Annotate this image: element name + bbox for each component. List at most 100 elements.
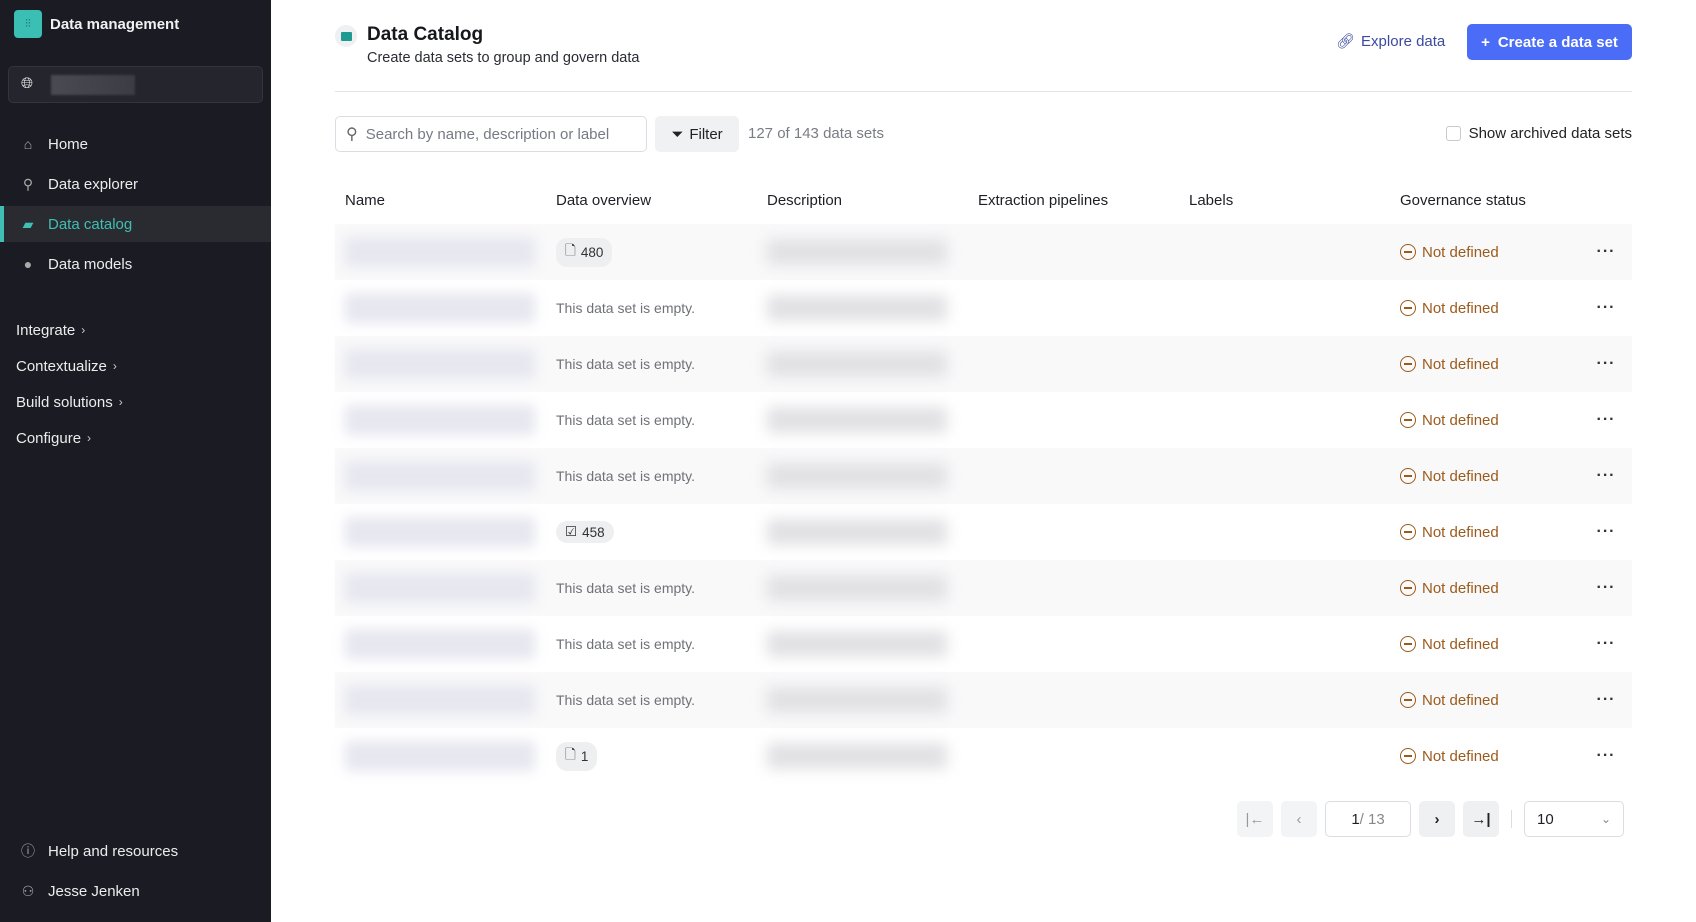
column-header[interactable]: Governance status: [1390, 192, 1580, 209]
app-title: Data management: [50, 15, 180, 33]
app-brand[interactable]: ⫶⫶ Data management: [14, 10, 179, 38]
home-icon: ⌂: [23, 136, 33, 152]
project-selector[interactable]: 🌐︎: [8, 66, 263, 103]
user-icon: ⚇: [21, 882, 35, 899]
column-header[interactable]: Data overview: [546, 192, 757, 209]
group-label: Contextualize: [16, 357, 107, 375]
archived-checkbox[interactable]: [1445, 126, 1461, 141]
minus-circle-icon: [1400, 692, 1416, 708]
page-subtitle: Create data sets to group and govern dat…: [367, 50, 640, 66]
show-archived-toggle[interactable]: Show archived data sets: [1445, 125, 1632, 142]
sidebar-group-contextualize[interactable]: Contextualize ›: [16, 348, 123, 384]
globe-icon: 🌐︎: [21, 75, 34, 92]
table-row[interactable]: This data set is empty. Not defined ···: [335, 672, 1632, 728]
filter-button[interactable]: ⏷ Filter: [655, 116, 739, 152]
explore-data-link[interactable]: 🔗︎ Explore data: [1336, 32, 1445, 51]
help-and-resources[interactable]: ⓘ Help and resources: [0, 833, 271, 869]
file-icon: 🗋︎: [565, 242, 576, 258]
sidebar-group-integrate[interactable]: Integrate ›: [16, 312, 123, 348]
sidebar-group-configure[interactable]: Configure ›: [16, 420, 123, 456]
table-row[interactable]: This data set is empty. Not defined ···: [335, 448, 1632, 504]
name-redacted[interactable]: [345, 517, 535, 547]
name-redacted[interactable]: [345, 573, 535, 603]
description-redacted: [767, 687, 947, 713]
name-redacted[interactable]: [345, 685, 535, 715]
first-page-button[interactable]: |←: [1237, 801, 1273, 837]
more-options-icon[interactable]: ···: [1597, 747, 1616, 764]
sidebar-group-build-solutions[interactable]: Build solutions ›: [16, 384, 123, 420]
empty-overview: This data set is empty.: [556, 692, 696, 708]
sidebar-item-data-models[interactable]: ● Data models: [0, 246, 271, 282]
governance-status: Not defined: [1400, 356, 1580, 373]
sidebar-item-home[interactable]: ⌂ Home: [0, 126, 271, 162]
table-row[interactable]: This data set is empty. Not defined ···: [335, 560, 1632, 616]
last-page-button[interactable]: →|: [1463, 801, 1499, 837]
link-icon: 🔗︎: [1336, 33, 1356, 50]
calendar-check-icon: ☑: [565, 524, 578, 539]
group-label: Build solutions: [16, 393, 113, 411]
more-options-icon[interactable]: ···: [1597, 243, 1616, 260]
create-data-set-button[interactable]: + Create a data set: [1467, 24, 1632, 60]
more-options-icon[interactable]: ···: [1597, 355, 1616, 372]
more-options-icon[interactable]: ···: [1597, 579, 1616, 596]
governance-status: Not defined: [1400, 300, 1580, 317]
search-input[interactable]: [365, 125, 636, 143]
table-row[interactable]: This data set is empty. Not defined ···: [335, 336, 1632, 392]
plus-icon: +: [1481, 33, 1490, 51]
status-label: Not defined: [1422, 243, 1499, 261]
minus-circle-icon: [1400, 580, 1416, 596]
overview-badge: ☑ 458: [556, 521, 614, 543]
main-content: Data Catalog Create data sets to group a…: [271, 0, 1696, 922]
table-row[interactable]: This data set is empty. Not defined ···: [335, 280, 1632, 336]
governance-status: Not defined: [1400, 524, 1580, 541]
more-options-icon[interactable]: ···: [1597, 411, 1616, 428]
page-input[interactable]: 1 / 13: [1325, 801, 1411, 837]
minus-circle-icon: [1400, 468, 1416, 484]
sidebar-item-data-catalog[interactable]: ▰ Data catalog: [0, 206, 271, 242]
more-options-icon[interactable]: ···: [1597, 635, 1616, 652]
more-options-icon[interactable]: ···: [1597, 691, 1616, 708]
empty-overview: This data set is empty.: [556, 300, 696, 316]
name-redacted[interactable]: [345, 405, 535, 435]
name-redacted[interactable]: [345, 293, 535, 323]
data-sets-table: Name Data overview Description Extraction p…: [335, 176, 1632, 784]
minus-circle-icon: [1400, 636, 1416, 652]
table-row[interactable]: This data set is empty. Not defined ···: [335, 392, 1632, 448]
status-label: Not defined: [1422, 411, 1499, 429]
table-row[interactable]: 🗋︎ 1 Not defined ···: [335, 728, 1632, 784]
sidebar-item-label: Home: [48, 135, 89, 153]
column-header[interactable]: Name: [335, 192, 546, 209]
more-options-icon[interactable]: ···: [1597, 523, 1616, 540]
column-header[interactable]: Extraction pipelines: [968, 192, 1179, 209]
table-row[interactable]: 🗋︎ 480 Not defined ···: [335, 224, 1632, 280]
next-page-button[interactable]: ›: [1419, 801, 1455, 837]
page-size-select[interactable]: 10 ⌄: [1524, 801, 1624, 837]
table-row[interactable]: ☑ 458 Not defined ···: [335, 504, 1632, 560]
minus-circle-icon: [1400, 748, 1416, 764]
name-redacted[interactable]: [345, 629, 535, 659]
description-redacted: [767, 575, 947, 601]
more-options-icon[interactable]: ···: [1597, 299, 1616, 316]
name-redacted[interactable]: [345, 237, 535, 267]
description-redacted: [767, 519, 947, 545]
description-redacted: [767, 351, 947, 377]
name-redacted[interactable]: [345, 461, 535, 491]
name-redacted[interactable]: [345, 741, 535, 771]
description-redacted: [767, 631, 947, 657]
help-icon: ⓘ: [21, 843, 35, 859]
sidebar: ⫶⫶ Data management 🌐︎ ⌂ Home ⚲ Data explore…: [0, 0, 271, 922]
column-header[interactable]: Labels: [1179, 192, 1390, 209]
minus-circle-icon: [1400, 244, 1416, 260]
sidebar-item-data-explorer[interactable]: ⚲ Data explorer: [0, 166, 271, 202]
search-box[interactable]: ⚲: [335, 116, 647, 152]
description-redacted: [767, 407, 947, 433]
empty-overview: This data set is empty.: [556, 356, 696, 372]
minus-circle-icon: [1400, 524, 1416, 540]
table-row[interactable]: This data set is empty. Not defined ···: [335, 616, 1632, 672]
status-label: Not defined: [1422, 691, 1499, 709]
user-menu[interactable]: ⚇ Jesse Jenken: [0, 873, 271, 909]
column-header[interactable]: Description: [757, 192, 968, 209]
prev-page-button[interactable]: ‹: [1281, 801, 1317, 837]
name-redacted[interactable]: [345, 349, 535, 379]
more-options-icon[interactable]: ···: [1597, 467, 1616, 484]
